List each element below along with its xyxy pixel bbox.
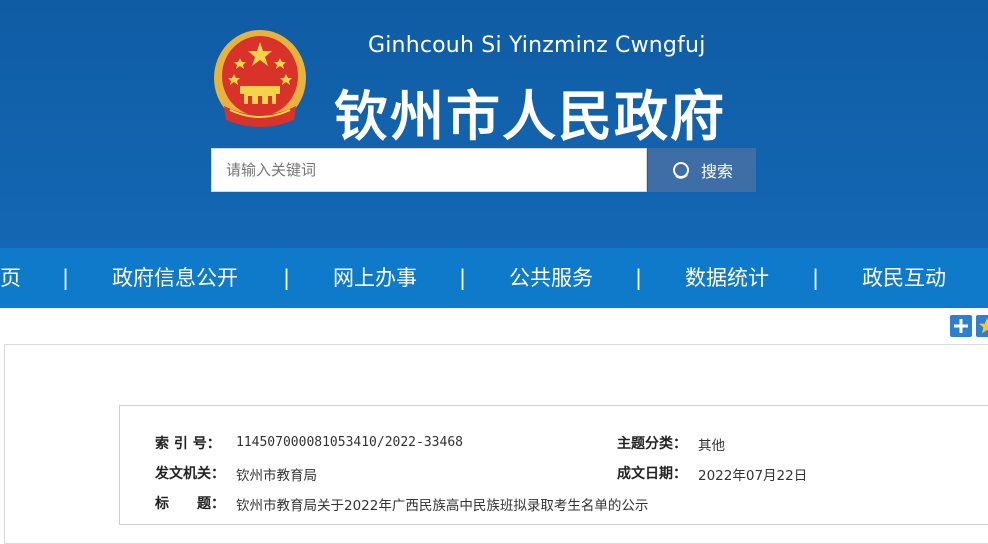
issuer-value: 钦州市教育局 xyxy=(236,468,317,484)
nav-item-gov-info[interactable]: 政府信息公开 xyxy=(112,248,238,308)
nav-separator: | xyxy=(459,266,467,290)
star-icon[interactable] xyxy=(976,315,988,337)
nav-separator: | xyxy=(812,266,820,290)
site-title-pinyin: Ginhcouh Si Yinzminz Cwngfuj xyxy=(368,33,706,58)
nav-separator: | xyxy=(62,266,70,290)
nav-separator: | xyxy=(283,266,291,290)
category-value: 其他 xyxy=(698,438,725,454)
nav-item-online-services[interactable]: 网上办事 xyxy=(333,248,417,308)
search-input[interactable] xyxy=(211,148,647,192)
index-number-value: 114507000081053410/2022-33468 xyxy=(236,435,463,450)
site-header: Ginhcouh Si Yinzminz Cwngfuj 钦州市人民政府 搜索 xyxy=(0,0,988,248)
index-number-label: 索 引 号： xyxy=(155,436,221,452)
nav-item-home[interactable]: 页 xyxy=(0,248,21,308)
site-title: 钦州市人民政府 xyxy=(334,85,726,148)
date-label: 成文日期： xyxy=(617,466,687,482)
search-icon xyxy=(672,162,689,179)
title-label: 标 题： xyxy=(155,496,225,512)
title-value: 钦州市教育局关于2022年广西民族高中民族班拟录取考生名单的公示 xyxy=(236,498,649,514)
issuer-label: 发文机关： xyxy=(155,466,225,482)
nav-item-interaction[interactable]: 政民互动 xyxy=(862,248,946,308)
nav-item-public-services[interactable]: 公共服务 xyxy=(509,248,593,308)
search-button[interactable]: 搜索 xyxy=(648,148,756,192)
nav-item-statistics[interactable]: 数据统计 xyxy=(685,248,769,308)
main-nav: 页 | 政府信息公开 | 网上办事 | 公共服务 | 数据统计 | 政民互动 xyxy=(0,248,988,308)
document-info-panel: 索 引 号： 114507000081053410/2022-33468 主题分… xyxy=(119,405,988,525)
search-button-label: 搜索 xyxy=(700,162,733,181)
date-value: 2022年07月22日 xyxy=(698,468,808,484)
category-label: 主题分类： xyxy=(617,436,687,452)
plus-icon[interactable] xyxy=(950,315,972,337)
nav-separator: | xyxy=(635,266,643,290)
national-emblem-icon xyxy=(214,30,306,127)
